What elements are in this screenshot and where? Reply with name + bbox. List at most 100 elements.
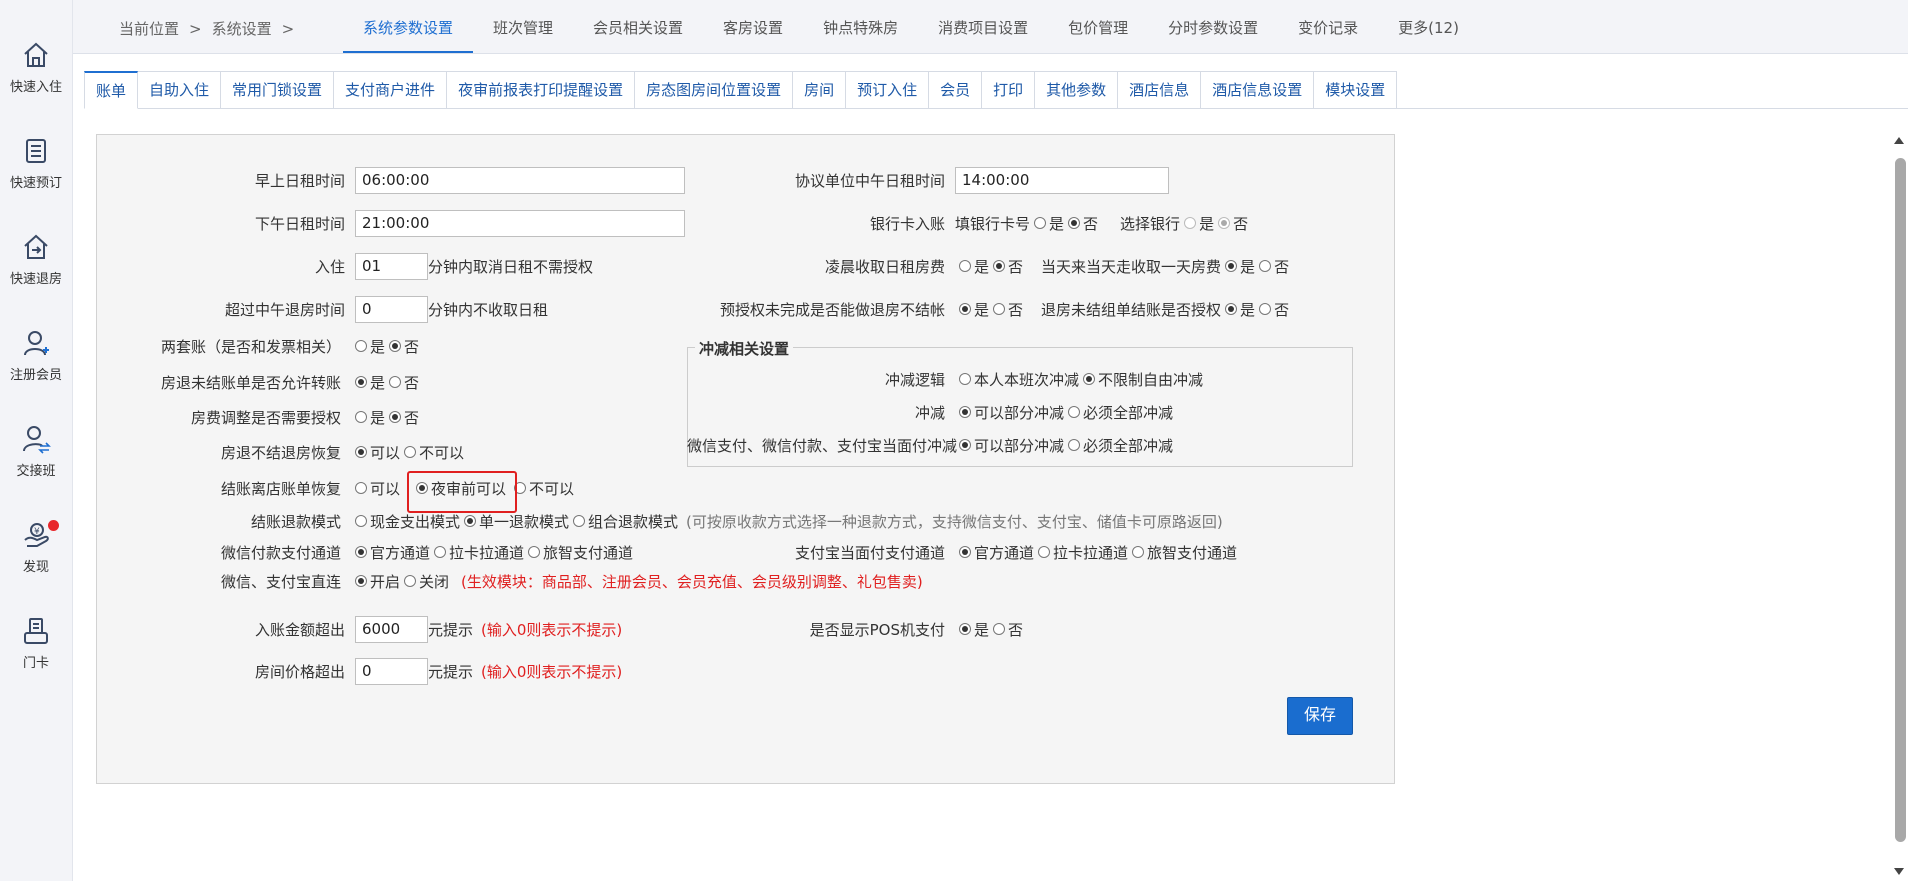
subtab-member[interactable]: 会员 <box>929 71 983 109</box>
radio-lakala-channel[interactable] <box>1038 546 1051 558</box>
offset-label: 冲减 <box>914 403 945 422</box>
radio-no[interactable] <box>993 623 1006 635</box>
sidebar-item-label: 快速入住 <box>9 80 62 95</box>
subtab-hotel-info[interactable]: 酒店信息 <box>1118 71 1202 109</box>
radio-disable[interactable] <box>404 575 417 587</box>
breadcrumb-section[interactable]: 系统设置 <box>212 20 272 38</box>
prompt-suffix: 元提示 <box>428 662 474 681</box>
radio-no[interactable] <box>1218 217 1231 229</box>
radio-label: 可以 <box>370 443 401 462</box>
afternoon-rent-input[interactable] <box>355 209 685 237</box>
sidebar-item-quick-checkin[interactable]: 快速入住 <box>0 40 72 95</box>
scroll-up-arrow-icon[interactable] <box>1894 137 1904 144</box>
radio-full-offset[interactable] <box>1068 406 1081 418</box>
radio-no[interactable] <box>1259 303 1272 315</box>
radio-label: 是 <box>1240 300 1256 319</box>
amount-exceed-label: 入账金额超出 <box>254 620 345 639</box>
radio-partial-offset[interactable] <box>959 406 971 418</box>
radio-can[interactable] <box>355 446 367 458</box>
subtab-booking-checkin[interactable]: 预订入住 <box>846 71 930 109</box>
radio-label: 否 <box>404 337 420 356</box>
subtab-merchant-onboarding[interactable]: 支付商户进件 <box>334 71 448 109</box>
radio-label: 否 <box>1233 214 1249 233</box>
radio-no[interactable] <box>993 260 1006 272</box>
radio-yes[interactable] <box>959 303 971 315</box>
scroll-down-arrow-icon[interactable] <box>1894 868 1904 875</box>
radio-lvzhi-channel[interactable] <box>528 546 541 558</box>
tab-price-change-log[interactable]: 变价记录 <box>1278 0 1378 53</box>
tab-package-price[interactable]: 包价管理 <box>1048 0 1148 53</box>
sidebar-item-quick-checkout[interactable]: 快速退房 <box>0 232 72 287</box>
subtab-module-settings[interactable]: 模块设置 <box>1314 71 1398 109</box>
subtab-bill[interactable]: 账单 <box>84 71 139 109</box>
sidebar-item-quick-booking[interactable]: 快速预订 <box>0 136 72 191</box>
sidebar-item-label: 快速预订 <box>9 176 62 191</box>
sidebar-item-door-card[interactable]: 门卡 <box>0 616 72 671</box>
scrollbar-thumb[interactable] <box>1895 158 1906 842</box>
radio-cash-mode[interactable] <box>355 515 367 527</box>
radio-yes[interactable] <box>355 411 367 423</box>
radio-no[interactable] <box>389 411 402 423</box>
radio-label: 不可以 <box>419 443 465 462</box>
sidebar-item-register-member[interactable]: 注册会员 <box>0 328 72 383</box>
sidebar-item-discover[interactable]: ¥ 发现 <box>0 520 72 575</box>
tab-member-settings[interactable]: 会员相关设置 <box>573 0 703 53</box>
radio-official-channel[interactable] <box>959 546 971 558</box>
subtab-other-params[interactable]: 其他参数 <box>1035 71 1119 109</box>
radio-no[interactable] <box>389 340 402 352</box>
radio-yes[interactable] <box>959 260 971 272</box>
tab-system-params[interactable]: 系统参数设置 <box>343 0 474 53</box>
radio-yes[interactable] <box>1034 217 1047 229</box>
tab-room-settings[interactable]: 客房设置 <box>703 0 803 53</box>
radio-yes[interactable] <box>1225 303 1238 315</box>
radio-cannot[interactable] <box>404 446 417 458</box>
subtab-door-lock[interactable]: 常用门锁设置 <box>221 71 335 109</box>
radio-free-offset[interactable] <box>1083 373 1096 385</box>
radio-enable[interactable] <box>355 575 367 587</box>
radio-combined-refund-mode[interactable] <box>573 515 586 527</box>
radio-own-shift-offset[interactable] <box>959 373 971 385</box>
subtab-rooms[interactable]: 房间 <box>793 71 847 109</box>
subtab-print[interactable]: 打印 <box>982 71 1036 109</box>
radio-single-refund-mode[interactable] <box>464 515 477 527</box>
morning-rent-input[interactable] <box>355 166 685 194</box>
radio-yes[interactable] <box>959 623 971 635</box>
radio-no[interactable] <box>389 376 402 388</box>
subtab-night-audit-print[interactable]: 夜审前报表打印提醒设置 <box>447 71 636 109</box>
tab-hourly-special-rooms[interactable]: 钟点特殊房 <box>803 0 918 53</box>
tab-more[interactable]: 更多(12) <box>1378 0 1479 53</box>
radio-lvzhi-channel[interactable] <box>1132 546 1145 558</box>
tab-consumption-items[interactable]: 消费项目设置 <box>918 0 1048 53</box>
morning-rent-label: 早上日租时间 <box>254 171 345 190</box>
radio-yes[interactable] <box>355 376 367 388</box>
radio-official-channel[interactable] <box>355 546 367 558</box>
svg-text:¥: ¥ <box>34 527 40 537</box>
subtab-self-checkin[interactable]: 自助入住 <box>138 71 222 109</box>
radio-partial-offset[interactable] <box>959 439 971 451</box>
radio-label: 否 <box>1008 300 1024 319</box>
subtab-hotel-info-settings[interactable]: 酒店信息设置 <box>1201 71 1315 109</box>
save-button[interactable]: 保存 <box>1287 697 1353 735</box>
radio-label: 单一退款模式 <box>479 512 570 531</box>
tab-time-share-params[interactable]: 分时参数设置 <box>1148 0 1278 53</box>
agreement-noon-input[interactable] <box>955 166 1169 194</box>
offset-logic-label: 冲减逻辑 <box>884 370 945 389</box>
radio-label: 是 <box>974 620 990 639</box>
sidebar-item-shift-handover[interactable]: 交接班 <box>0 424 72 479</box>
radio-no[interactable] <box>1259 260 1272 272</box>
amount-exceed-input[interactable] <box>355 615 428 643</box>
checkin-minutes-input[interactable] <box>355 252 428 280</box>
noon-checkout-input[interactable] <box>355 295 428 323</box>
subtab-room-map-position[interactable]: 房态图房间位置设置 <box>635 71 794 109</box>
tab-shift-management[interactable]: 班次管理 <box>473 0 573 53</box>
radio-can[interactable] <box>355 482 367 494</box>
radio-lakala-channel[interactable] <box>434 546 447 558</box>
noon-checkout-label: 超过中午退房时间 <box>224 300 345 319</box>
radio-no[interactable] <box>993 303 1006 315</box>
radio-yes[interactable] <box>355 340 367 352</box>
radio-yes[interactable] <box>1225 260 1238 272</box>
radio-no[interactable] <box>1068 217 1081 229</box>
radio-full-offset[interactable] <box>1068 439 1081 451</box>
radio-yes[interactable] <box>1184 217 1197 229</box>
price-exceed-input[interactable] <box>355 657 428 685</box>
